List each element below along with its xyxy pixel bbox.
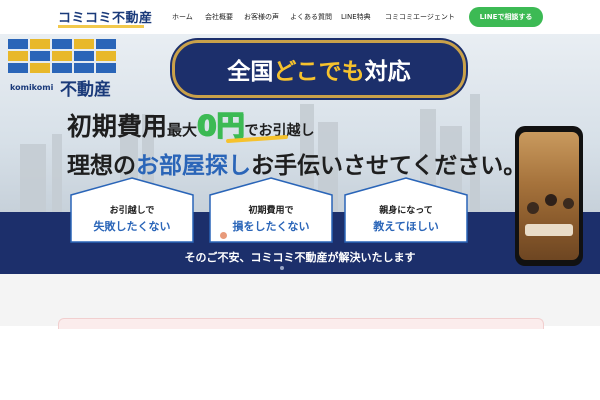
- worry-card-cost: 初期費用で 損をしたくない: [209, 177, 333, 243]
- worry-line1: 親身になって: [379, 206, 433, 216]
- content-card-top: [58, 318, 544, 329]
- person-icon: [563, 198, 574, 209]
- worry-line2: 教えてほしい: [373, 220, 439, 233]
- worry-card-advice: 親身になって 教えてほしい: [344, 177, 468, 243]
- person-icon: [527, 202, 539, 214]
- ideal-room-search: お部屋探し: [136, 153, 251, 179]
- nav-agent[interactable]: コミコミエージェント: [385, 12, 455, 22]
- cost-zero-yen: 0円: [196, 108, 245, 143]
- logo-roman-text: komikomi: [10, 83, 54, 92]
- nav-home[interactable]: ホーム: [172, 12, 193, 22]
- skyline-building: [20, 144, 46, 219]
- nav-voices[interactable]: お客様の声: [244, 12, 279, 22]
- site-logo[interactable]: コミコミ不動産: [58, 7, 153, 26]
- logo-kanji-text: 不動産: [60, 80, 111, 100]
- ideal-room-headline: 理想のお部屋探しお手伝いさせてください。: [67, 146, 526, 180]
- cost-label: 初期費用: [67, 112, 168, 141]
- nationwide-banner: 全国 どこでも 対応: [172, 40, 466, 98]
- person-icon: [545, 194, 557, 206]
- banner-text-support: 対応: [364, 59, 411, 85]
- ideal-suffix: お手伝いさせてください。: [251, 153, 527, 179]
- banner-text-nationwide: 全国: [227, 59, 274, 85]
- worry-line1: 初期費用で: [248, 206, 294, 216]
- hero-tagline: そのご不安、コミコミ不動産が解決いたします: [184, 251, 416, 264]
- ideal-prefix: 理想の: [67, 153, 136, 179]
- nav-line-benefit[interactable]: LINE特典: [341, 12, 371, 22]
- logo-underline: [58, 25, 144, 28]
- skyline-building: [52, 134, 62, 219]
- phone-photo: [519, 132, 579, 260]
- komikomi-logo: komikomi 不動産: [8, 39, 118, 100]
- worry-card-failure: お引越しで 失敗したくない: [70, 177, 194, 243]
- worry-line2: 損をしたくない: [232, 220, 310, 233]
- slider-dot-icon[interactable]: [220, 232, 227, 239]
- table-shape: [525, 224, 573, 236]
- worry-line1: お引越しで: [109, 206, 155, 216]
- cost-max: 最大: [167, 121, 198, 139]
- nav-company[interactable]: 会社概要: [205, 12, 233, 22]
- banner-text-anywhere: どこでも: [273, 59, 365, 85]
- site-header: コミコミ不動産 ホーム 会社概要 お客様の声 よくある質問 LINE特典 コミコ…: [0, 0, 600, 34]
- logo-mark-icon: [8, 39, 116, 73]
- worry-line2: 失敗したくない: [93, 220, 171, 233]
- hero-section: komikomi 不動産 全国 どこでも 対応 初期費用最大0円でお引越し 理想…: [0, 34, 600, 274]
- line-consult-button[interactable]: LINEで相談する: [469, 7, 543, 27]
- slider-dot-icon[interactable]: [280, 266, 284, 270]
- nav-faq[interactable]: よくある質問: [290, 12, 332, 22]
